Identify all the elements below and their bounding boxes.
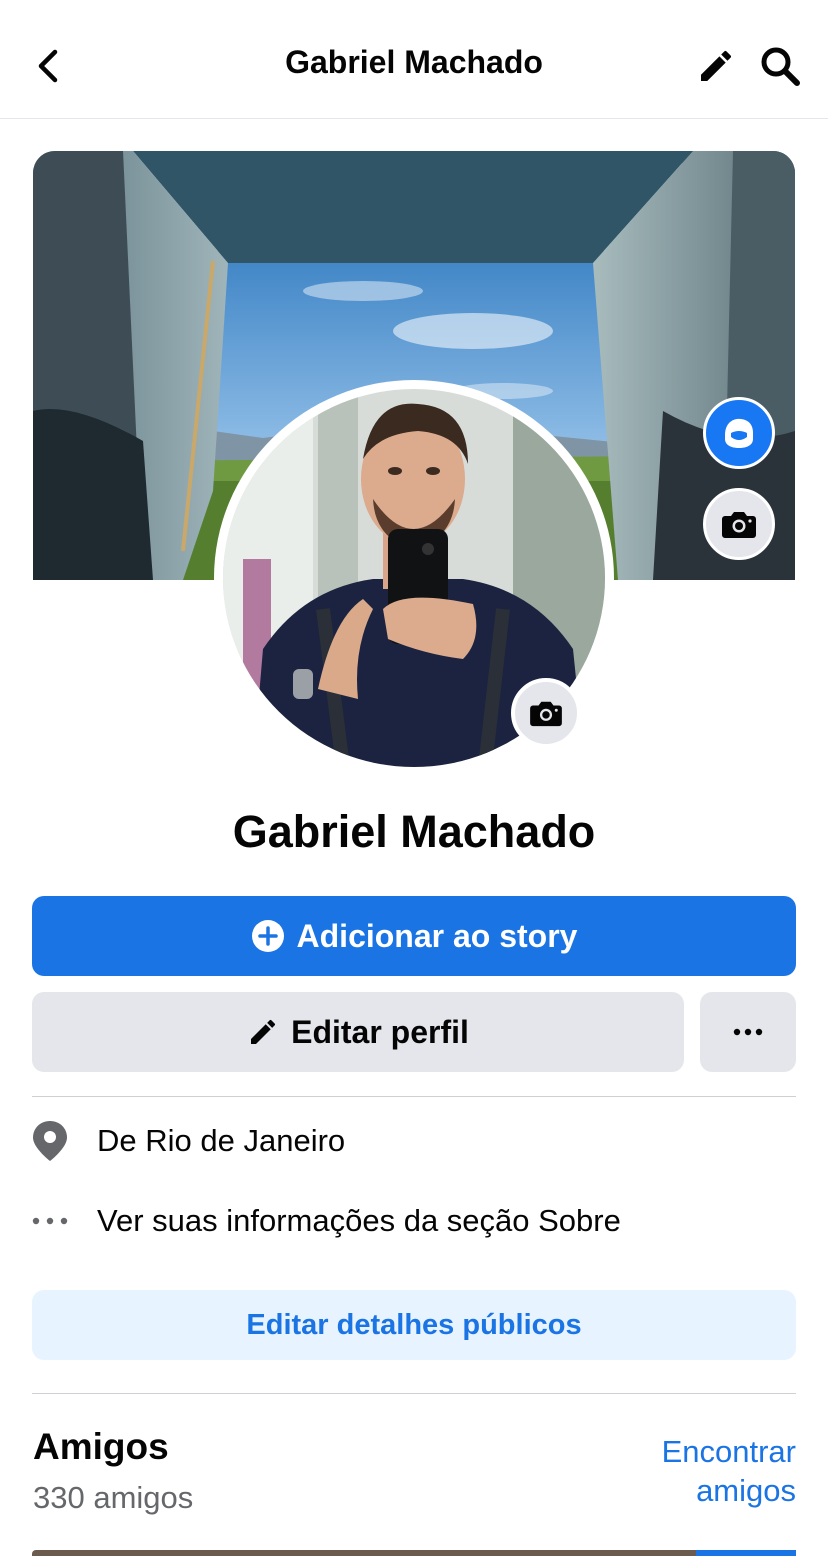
- edit-profile-button[interactable]: Editar perfil: [32, 992, 684, 1072]
- add-to-story-label: Adicionar ao story: [296, 917, 578, 954]
- friends-photo-strip-highlight: [696, 1550, 796, 1556]
- search-icon: [761, 47, 800, 86]
- location-pin-icon: [33, 1121, 67, 1161]
- location-row: De Rio de Janeiro: [32, 1113, 796, 1169]
- pencil-icon: [251, 1019, 276, 1044]
- cover-camera-button[interactable]: [703, 488, 775, 560]
- ellipsis-icon: [733, 1028, 763, 1036]
- friends-heading: Amigos: [33, 1426, 169, 1467]
- cover-avatar-button[interactable]: [703, 397, 775, 469]
- avatar-icon: [725, 418, 753, 448]
- edit-profile-label: Editar perfil: [291, 1013, 469, 1050]
- find-friends-link[interactable]: Encontrar amigos: [596, 1432, 796, 1510]
- about-link-text: Ver suas informações da seção Sobre: [97, 1203, 621, 1238]
- pencil-icon: [701, 50, 731, 81]
- about-row[interactable]: Ver suas informações da seção Sobre: [32, 1193, 796, 1249]
- find-friends-line1: Encontrar: [661, 1434, 796, 1469]
- divider: [32, 1393, 796, 1394]
- edit-public-details-label: Editar detalhes públicos: [246, 1308, 582, 1341]
- more-options-button[interactable]: [700, 992, 796, 1072]
- location-prefix: De: [97, 1123, 137, 1158]
- profile-name: Gabriel Machado: [232, 806, 596, 857]
- add-to-story-button[interactable]: Adicionar ao story: [32, 896, 796, 976]
- edit-public-details-button[interactable]: Editar detalhes públicos: [32, 1290, 796, 1360]
- friends-count: 330 amigos: [33, 1480, 194, 1515]
- location-city[interactable]: Rio de Janeiro: [145, 1123, 345, 1158]
- camera-icon: [530, 701, 562, 727]
- find-friends-line2: amigos: [696, 1473, 796, 1508]
- profile-camera-button[interactable]: [511, 678, 581, 748]
- divider: [32, 1096, 796, 1097]
- camera-icon: [722, 512, 756, 538]
- edit-button[interactable]: [690, 40, 742, 92]
- friends-photo-strip: [32, 1550, 796, 1556]
- ellipsis-icon: [32, 1217, 68, 1225]
- top-bar: Gabriel Machado: [0, 0, 828, 119]
- search-button[interactable]: [752, 40, 808, 92]
- plus-circle-icon: [251, 920, 284, 952]
